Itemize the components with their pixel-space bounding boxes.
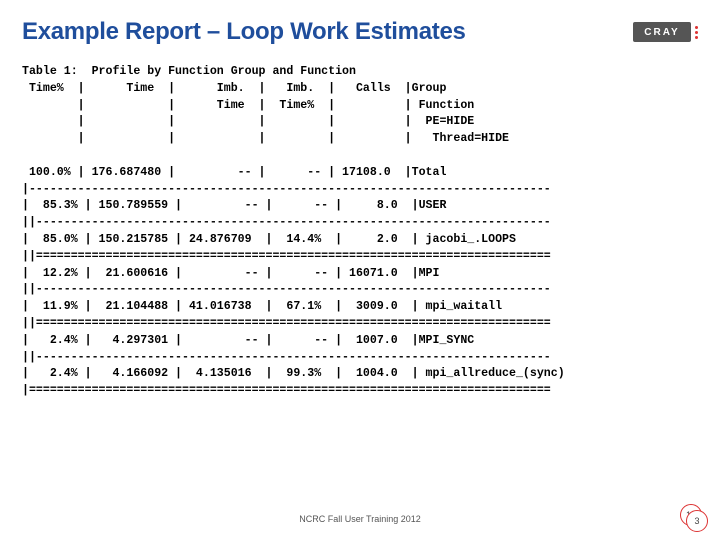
report-body: Table 1: Profile by Function Group and F… — [22, 64, 698, 400]
page-title: Example Report – Loop Work Estimates — [22, 18, 466, 46]
brand-logo: CRAY — [633, 22, 698, 42]
brand-logo-dots — [695, 26, 698, 39]
title-row: Example Report – Loop Work Estimates CRA… — [22, 18, 698, 46]
page-number-badge: 14 3 — [680, 504, 706, 530]
brand-logo-text: CRAY — [633, 22, 691, 42]
slide: Example Report – Loop Work Estimates CRA… — [0, 0, 720, 540]
footer-text: NCRC Fall User Training 2012 — [0, 514, 720, 524]
page-number-b: 3 — [686, 510, 708, 532]
